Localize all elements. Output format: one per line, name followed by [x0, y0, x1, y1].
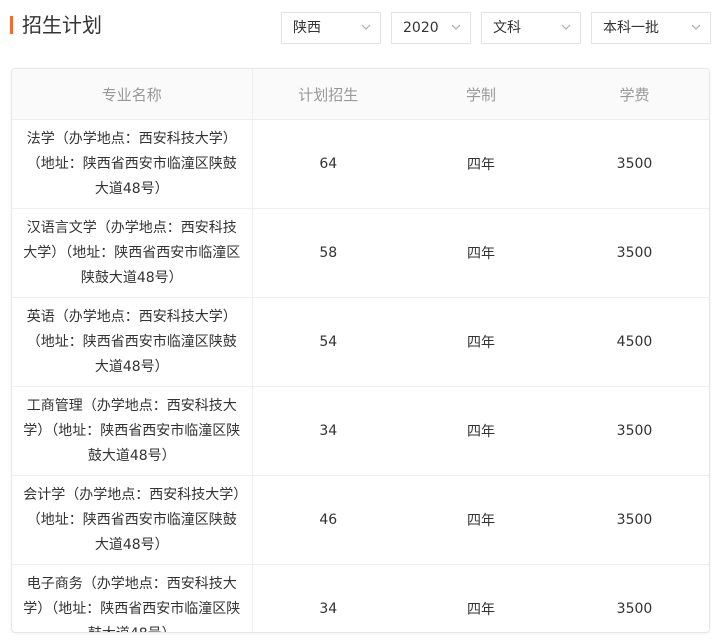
province-select[interactable]: 陕西	[281, 12, 381, 44]
column-header-major: 专业名称	[12, 69, 253, 120]
duration-cell: 四年	[404, 119, 558, 209]
duration-cell: 四年	[404, 297, 558, 387]
year-select[interactable]: 2020	[391, 12, 471, 44]
fee-cell: 3500	[558, 386, 709, 476]
plan-cell: 54	[252, 297, 404, 387]
plan-cell: 46	[252, 475, 404, 565]
table-row: 工商管理（办学地点：西安科技大学）（地址：陕西省西安市临潼区陕鼓大道48号） 3…	[12, 386, 709, 476]
major-cell: 英语（办学地点：西安科技大学）（地址：陕西省西安市临潼区陕鼓大道48号）	[12, 297, 253, 387]
plan-cell: 34	[252, 564, 404, 632]
table-header-row: 专业名称 计划招生 学制 学费	[12, 69, 709, 120]
major-cell: 电子商务（办学地点：西安科技大学）（地址：陕西省西安市临潼区陕鼓大道48号）	[12, 564, 253, 632]
chevron-down-icon	[561, 24, 571, 30]
fee-cell: 3500	[558, 119, 709, 209]
fee-cell: 3500	[558, 208, 709, 298]
chevron-down-icon	[691, 24, 701, 30]
column-header-duration: 学制	[404, 69, 558, 120]
batch-select-value: 本科一批	[603, 20, 659, 36]
major-cell: 工商管理（办学地点：西安科技大学）（地址：陕西省西安市临潼区陕鼓大道48号）	[12, 386, 253, 476]
fee-cell: 4500	[558, 297, 709, 387]
plan-cell: 64	[252, 119, 404, 209]
table-row: 汉语言文学（办学地点：西安科技大学）（地址：陕西省西安市临潼区陕鼓大道48号） …	[12, 208, 709, 298]
plan-cell: 58	[252, 208, 404, 298]
chevron-down-icon	[361, 24, 371, 30]
table-row: 会计学（办学地点：西安科技大学）（地址：陕西省西安市临潼区陕鼓大道48号） 46…	[12, 475, 709, 565]
enrollment-plan-table: 专业名称 计划招生 学制 学费 法学（办学地点：西安科技大学）（地址：陕西省西安…	[11, 68, 710, 633]
table-row: 英语（办学地点：西安科技大学）（地址：陕西省西安市临潼区陕鼓大道48号） 54 …	[12, 297, 709, 387]
duration-cell: 四年	[404, 386, 558, 476]
year-select-value: 2020	[403, 20, 439, 36]
fee-cell: 3500	[558, 475, 709, 565]
province-select-value: 陕西	[293, 20, 321, 36]
title-accent-bar	[10, 16, 13, 34]
table-row: 电子商务（办学地点：西安科技大学）（地址：陕西省西安市临潼区陕鼓大道48号） 3…	[12, 564, 709, 632]
duration-cell: 四年	[404, 208, 558, 298]
duration-cell: 四年	[404, 564, 558, 632]
major-cell: 法学（办学地点：西安科技大学）（地址：陕西省西安市临潼区陕鼓大道48号）	[12, 119, 253, 209]
major-cell: 会计学（办学地点：西安科技大学）（地址：陕西省西安市临潼区陕鼓大道48号）	[12, 475, 253, 565]
major-cell: 汉语言文学（办学地点：西安科技大学）（地址：陕西省西安市临潼区陕鼓大道48号）	[12, 208, 253, 298]
subject-select-value: 文科	[493, 20, 521, 36]
plan-cell: 34	[252, 386, 404, 476]
subject-select[interactable]: 文科	[481, 12, 581, 44]
page-header: 招生计划 陕西 2020 文科 本科一批	[0, 0, 722, 56]
page-title: 招生计划	[22, 13, 102, 37]
table-row: 法学（办学地点：西安科技大学）（地址：陕西省西安市临潼区陕鼓大道48号） 64 …	[12, 119, 709, 209]
column-header-plan: 计划招生	[252, 69, 404, 120]
column-header-fee: 学费	[558, 69, 709, 120]
duration-cell: 四年	[404, 475, 558, 565]
chevron-down-icon	[451, 24, 461, 30]
fee-cell: 3500	[558, 564, 709, 632]
batch-select[interactable]: 本科一批	[591, 12, 711, 44]
